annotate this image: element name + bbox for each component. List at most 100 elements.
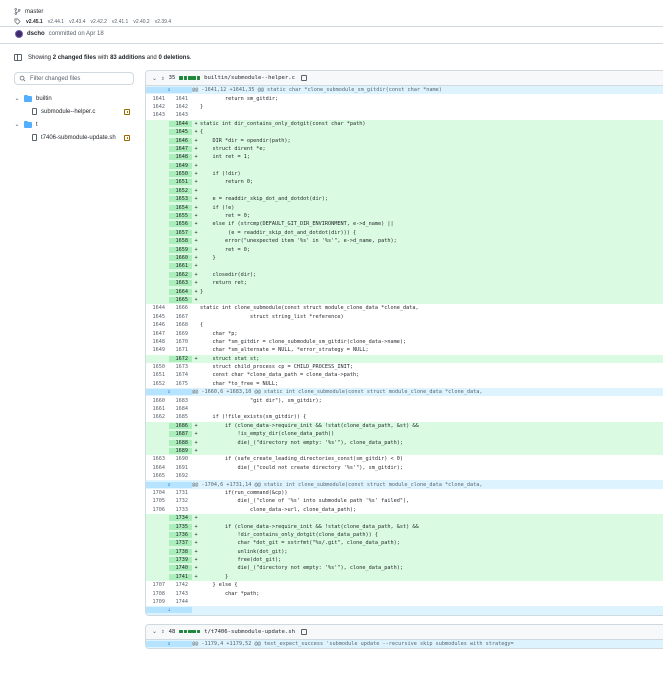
tree-dir-builtin[interactable]: ⌄ builtin [14,92,134,105]
old-line-number[interactable]: 1650 [146,364,169,370]
new-line-number[interactable]: 1642 [169,104,192,110]
new-line-number[interactable]: 1733 [169,507,192,513]
new-line-number[interactable]: 1675 [169,381,192,387]
old-line-number[interactable]: 1663 [146,456,169,462]
tag-link[interactable]: v2.45.1 [26,19,43,25]
old-line-number[interactable]: 1652 [146,381,169,387]
new-line-number[interactable]: 1674 [169,372,192,378]
tag-link[interactable]: v2.43.4 [69,19,85,25]
new-line-number[interactable]: 1688 [169,439,192,446]
old-line-number[interactable]: 1647 [146,331,169,337]
new-line-number[interactable]: 1740 [169,565,192,572]
old-line-number[interactable]: 1704 [146,490,169,496]
new-line-number[interactable]: 1667 [169,314,192,320]
author-link[interactable]: dscho [27,31,45,37]
new-line-number[interactable]: 1687 [169,431,192,438]
new-line-number[interactable]: 1644 [169,120,192,127]
new-line-number[interactable]: 1647 [169,145,192,152]
old-line-number[interactable]: 1641 [146,96,169,102]
chevron-down-icon[interactable]: ⌄ [14,121,20,128]
old-line-number[interactable]: 1644 [146,305,169,311]
new-line-number[interactable]: 1654 [169,204,192,211]
new-line-number[interactable]: 1734 [169,515,192,522]
new-line-number[interactable]: 1683 [169,398,192,404]
new-line-number[interactable]: 1650 [169,171,192,178]
new-line-number[interactable]: 1659 [169,246,192,253]
old-line-number[interactable]: 1706 [146,507,169,513]
new-line-number[interactable]: 1684 [169,406,192,412]
new-line-number[interactable]: 1735 [169,523,192,530]
expand-icon[interactable]: ⇕ [146,389,192,396]
new-line-number[interactable]: 1737 [169,540,192,547]
expand-down-icon[interactable]: ⇣ [146,607,192,614]
copy-icon[interactable] [301,628,308,635]
old-line-number[interactable]: 1707 [146,582,169,588]
new-line-number[interactable]: 1686 [169,422,192,429]
old-line-number[interactable]: 1642 [146,104,169,110]
new-line-number[interactable]: 1731 [169,490,192,496]
old-line-number[interactable]: 1645 [146,314,169,320]
expand-icon[interactable]: ⇕ [146,640,192,647]
tree-file-submodule-helper[interactable]: submodule--helper.c [14,105,134,118]
old-line-number[interactable]: 1661 [146,406,169,412]
new-line-number[interactable]: 1692 [169,473,192,479]
old-line-number[interactable]: 1709 [146,599,169,605]
new-line-number[interactable]: 1648 [169,154,192,161]
new-line-number[interactable]: 1645 [169,129,192,136]
new-line-number[interactable]: 1651 [169,179,192,186]
old-line-number[interactable]: 1646 [146,322,169,328]
old-line-number[interactable]: 1643 [146,112,169,118]
old-line-number[interactable]: 1649 [146,347,169,353]
new-line-number[interactable]: 1673 [169,364,192,370]
file-path[interactable]: t/t7406-submodule-update.sh [204,629,295,635]
chevron-down-icon[interactable]: ⌄ [152,628,157,635]
new-line-number[interactable]: 1663 [169,280,192,287]
new-line-number[interactable]: 1743 [169,591,192,597]
new-line-number[interactable]: 1738 [169,548,192,555]
new-line-number[interactable]: 1744 [169,599,192,605]
old-line-number[interactable]: 1660 [146,398,169,404]
copy-icon[interactable] [301,75,308,81]
filter-input[interactable]: Filter changed files [14,72,134,85]
new-line-number[interactable]: 1665 [169,296,192,303]
new-line-number[interactable]: 1739 [169,557,192,564]
new-line-number[interactable]: 1661 [169,263,192,270]
old-line-number[interactable]: 1664 [146,465,169,471]
new-line-number[interactable]: 1666 [169,305,192,311]
tree-dir-t[interactable]: ⌄ t [14,118,134,131]
file-path[interactable]: builtin/submodule--helper.c [204,75,295,81]
tag-link[interactable]: v2.42.2 [91,19,107,25]
tag-link[interactable]: v2.39.4 [155,19,171,25]
old-line-number[interactable]: 1708 [146,591,169,597]
expand-icon[interactable]: ⇕ [146,87,192,94]
new-line-number[interactable]: 1670 [169,339,192,345]
tag-link[interactable]: v2.44.1 [48,19,64,25]
new-line-number[interactable]: 1741 [169,573,192,580]
new-line-number[interactable]: 1672 [169,355,192,362]
expand-all-icon[interactable]: ⇕ [161,628,165,635]
new-line-number[interactable]: 1668 [169,322,192,328]
new-line-number[interactable]: 1689 [169,447,192,454]
old-line-number[interactable]: 1705 [146,498,169,504]
new-line-number[interactable]: 1671 [169,347,192,353]
new-line-number[interactable]: 1732 [169,498,192,504]
new-line-number[interactable]: 1662 [169,271,192,278]
new-line-number[interactable]: 1646 [169,137,192,144]
expand-all-icon[interactable]: ⇕ [161,75,165,82]
old-line-number[interactable]: 1651 [146,372,169,378]
new-line-number[interactable]: 1690 [169,456,192,462]
sidebar-toggle-icon[interactable] [14,54,22,61]
branch-name[interactable]: master [25,9,43,15]
tree-file-t7406[interactable]: t7406-submodule-update.sh [14,131,134,144]
expand-icon[interactable]: ⇕ [146,481,192,488]
old-line-number[interactable]: 1648 [146,339,169,345]
new-line-number[interactable]: 1660 [169,255,192,261]
new-line-number[interactable]: 1657 [169,229,192,236]
tag-link[interactable]: v2.40.2 [133,19,149,25]
old-line-number[interactable]: 1662 [146,414,169,420]
avatar[interactable] [15,30,23,38]
chevron-down-icon[interactable]: ⌄ [14,95,20,102]
new-line-number[interactable]: 1656 [169,221,192,228]
new-line-number[interactable]: 1742 [169,582,192,588]
new-line-number[interactable]: 1641 [169,96,192,102]
